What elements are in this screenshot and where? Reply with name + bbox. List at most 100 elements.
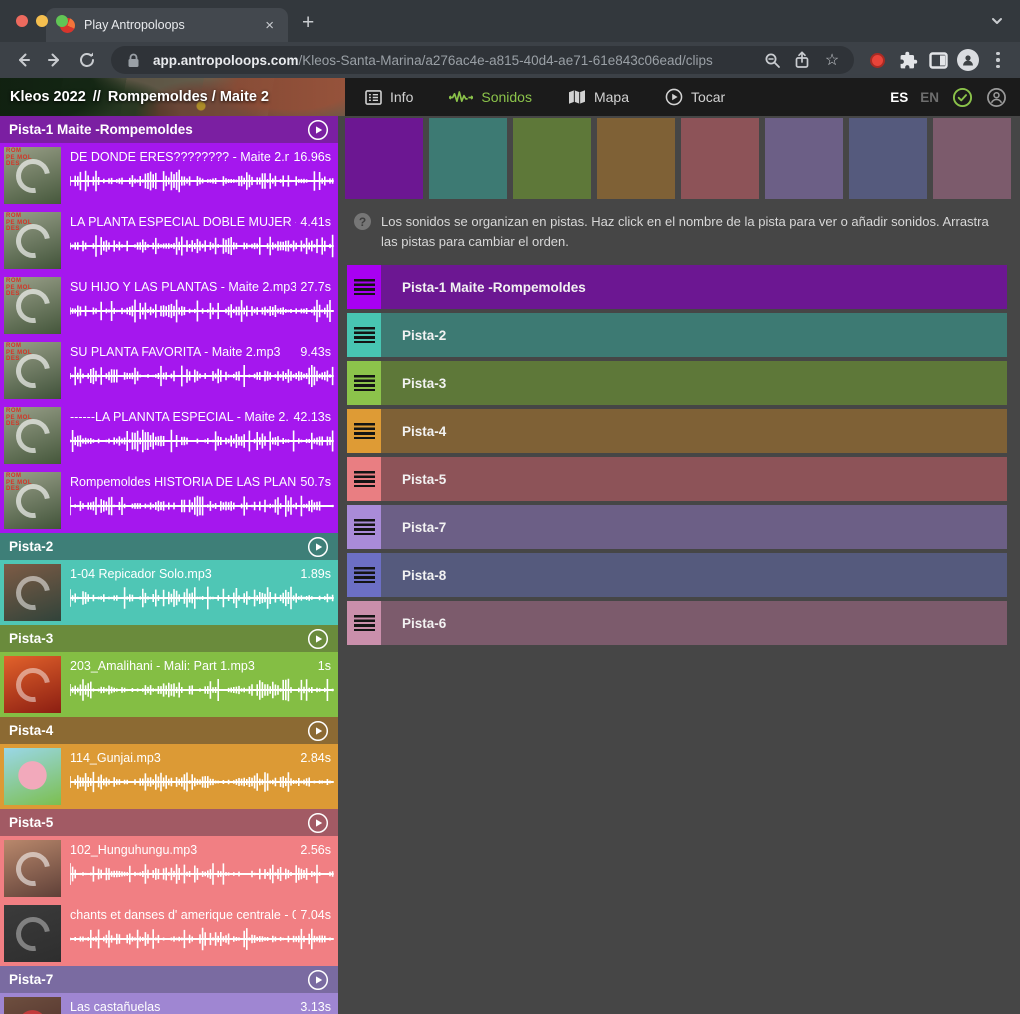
pista-row-body[interactable]: Pista-5 [381, 457, 1007, 501]
pista-row[interactable]: Pista-5 [347, 457, 1007, 501]
track-column-swatch[interactable] [429, 118, 507, 199]
zoom-page-icon[interactable] [762, 52, 782, 69]
clip-title: 114_Gunjai.mp3 [70, 751, 296, 765]
clip[interactable]: ROM PE MOL DESSU PLANTA FAVORITA - Maite… [0, 338, 338, 403]
track-column-swatch[interactable] [597, 118, 675, 199]
lang-es-button[interactable]: ES [890, 90, 908, 105]
clip[interactable]: ROM PE MOL DESDE DONDE ERES???????? - Ma… [0, 143, 338, 208]
zoom-window-button[interactable] [56, 15, 68, 27]
share-icon[interactable] [792, 51, 812, 69]
browser-tab[interactable]: Play Antropoloops × [46, 8, 288, 42]
pista-rows: Pista-1 Maite -RompemoldesPista-2Pista-3… [347, 265, 1007, 645]
address-bar[interactable]: app.antropoloops.com/Kleos-Santa-Marina/… [111, 46, 854, 74]
play-track-icon[interactable] [307, 720, 329, 742]
pista-row[interactable]: Pista-1 Maite -Rompemoldes [347, 265, 1007, 309]
drag-handle[interactable] [347, 409, 381, 453]
back-button[interactable] [9, 47, 37, 73]
nav-label: Info [390, 89, 413, 105]
play-track-icon[interactable] [307, 812, 329, 834]
pista-row-body[interactable]: Pista-7 [381, 505, 1007, 549]
side-panel-icon[interactable] [925, 47, 951, 73]
drag-handle-icon [354, 279, 375, 295]
tab-mapa[interactable]: Mapa [568, 89, 629, 105]
clip-duration: 2.56s [300, 843, 331, 857]
waveform [70, 168, 334, 194]
drag-handle-icon [354, 327, 375, 343]
drag-handle[interactable] [347, 505, 381, 549]
tab-sonidos[interactable]: Sonidos [449, 89, 532, 105]
pista-row[interactable]: Pista-7 [347, 505, 1007, 549]
saved-check-icon[interactable] [952, 87, 973, 108]
drag-handle-icon [354, 423, 375, 439]
pista-row[interactable]: Pista-6 [347, 601, 1007, 645]
track-column-swatch[interactable] [345, 118, 423, 199]
drag-handle[interactable] [347, 601, 381, 645]
pista-row-body[interactable]: Pista-1 Maite -Rompemoldes [381, 265, 1007, 309]
track-header[interactable]: Pista-2 [0, 533, 338, 560]
play-track-icon[interactable] [307, 119, 329, 141]
clip[interactable]: 1-04 Repicador Solo.mp31.89s [0, 560, 338, 625]
play-track-icon[interactable] [307, 536, 329, 558]
clip[interactable]: 102_Hunguhungu.mp32.56s [0, 836, 338, 901]
breadcrumb-project: Kleos 2022 [10, 89, 86, 105]
play-track-icon[interactable] [307, 969, 329, 991]
pista-row-body[interactable]: Pista-6 [381, 601, 1007, 645]
clip[interactable]: ROM PE MOL DESRompemoldes HISTORIA DE LA… [0, 468, 338, 533]
track-column-swatch[interactable] [765, 118, 843, 199]
new-tab-button[interactable]: + [302, 11, 314, 35]
pista-row[interactable]: Pista-2 [347, 313, 1007, 357]
pista-row-body[interactable]: Pista-8 [381, 553, 1007, 597]
clip[interactable]: ROM PE MOL DESSU HIJO Y LAS PLANTAS - Ma… [0, 273, 338, 338]
browser-menu-icon[interactable] [985, 47, 1011, 73]
drag-handle[interactable] [347, 313, 381, 357]
tracks-sidebar[interactable]: Pista-1 Maite -RompemoldesROM PE MOL DES… [0, 116, 338, 1014]
account-icon[interactable] [986, 87, 1007, 108]
track-header[interactable]: Pista-5 [0, 809, 338, 836]
pista-row-body[interactable]: Pista-2 [381, 313, 1007, 357]
tab-close-icon[interactable]: × [261, 16, 278, 35]
tab-info[interactable]: Info [365, 89, 413, 105]
track-header[interactable]: Pista-1 Maite -Rompemoldes [0, 116, 338, 143]
drag-handle[interactable] [347, 553, 381, 597]
drag-handle[interactable] [347, 265, 381, 309]
clip-title: DE DONDE ERES???????? - Maite 2.mp3 [70, 150, 289, 164]
app-header: Kleos 2022//Rompemoldes / Maite 2 InfoSo… [0, 78, 1020, 116]
extensions-puzzle-icon[interactable] [895, 47, 921, 73]
reload-button[interactable] [73, 47, 101, 73]
pista-row[interactable]: Pista-4 [347, 409, 1007, 453]
pista-row[interactable]: Pista-3 [347, 361, 1007, 405]
pista-row[interactable]: Pista-8 [347, 553, 1007, 597]
tab-tocar[interactable]: Tocar [665, 88, 725, 106]
clip[interactable]: chants et danses d' amerique centrale - … [0, 901, 338, 966]
clip[interactable]: 203_Amalihani - Mali: Part 1.mp31s [0, 652, 338, 717]
track-column-swatch[interactable] [681, 118, 759, 199]
lock-icon[interactable] [123, 53, 143, 68]
track-header[interactable]: Pista-4 [0, 717, 338, 744]
play-track-icon[interactable] [307, 628, 329, 650]
minimize-window-button[interactable] [36, 15, 48, 27]
pista-row-body[interactable]: Pista-4 [381, 409, 1007, 453]
track-column-swatch[interactable] [849, 118, 927, 199]
tocar-icon [665, 88, 683, 106]
clip[interactable]: 114_Gunjai.mp32.84s [0, 744, 338, 809]
track-header[interactable]: Pista-3 [0, 625, 338, 652]
lang-en-button[interactable]: EN [920, 90, 939, 105]
track-column-swatch[interactable] [513, 118, 591, 199]
pista-row-label: Pista-4 [402, 424, 446, 439]
window-controls[interactable] [16, 15, 68, 27]
profile-avatar[interactable] [955, 47, 981, 73]
track-header[interactable]: Pista-7 [0, 966, 338, 993]
pista-row-body[interactable]: Pista-3 [381, 361, 1007, 405]
record-extension-icon[interactable] [870, 53, 885, 68]
bookmark-star-icon[interactable]: ☆ [822, 50, 842, 70]
clip[interactable]: ROM PE MOL DES------LA PLANNTA ESPECIAL … [0, 403, 338, 468]
clip[interactable]: ROM PE MOL DESLA PLANTA ESPECIAL DOBLE M… [0, 208, 338, 273]
drag-handle[interactable] [347, 361, 381, 405]
forward-button[interactable] [41, 47, 69, 73]
drag-handle[interactable] [347, 457, 381, 501]
clip[interactable]: Las castañuelas3.13s [0, 993, 338, 1014]
help-icon: ? [354, 213, 371, 230]
tab-search-chevron-icon[interactable] [990, 14, 1004, 33]
track-column-swatch[interactable] [933, 118, 1011, 199]
close-window-button[interactable] [16, 15, 28, 27]
